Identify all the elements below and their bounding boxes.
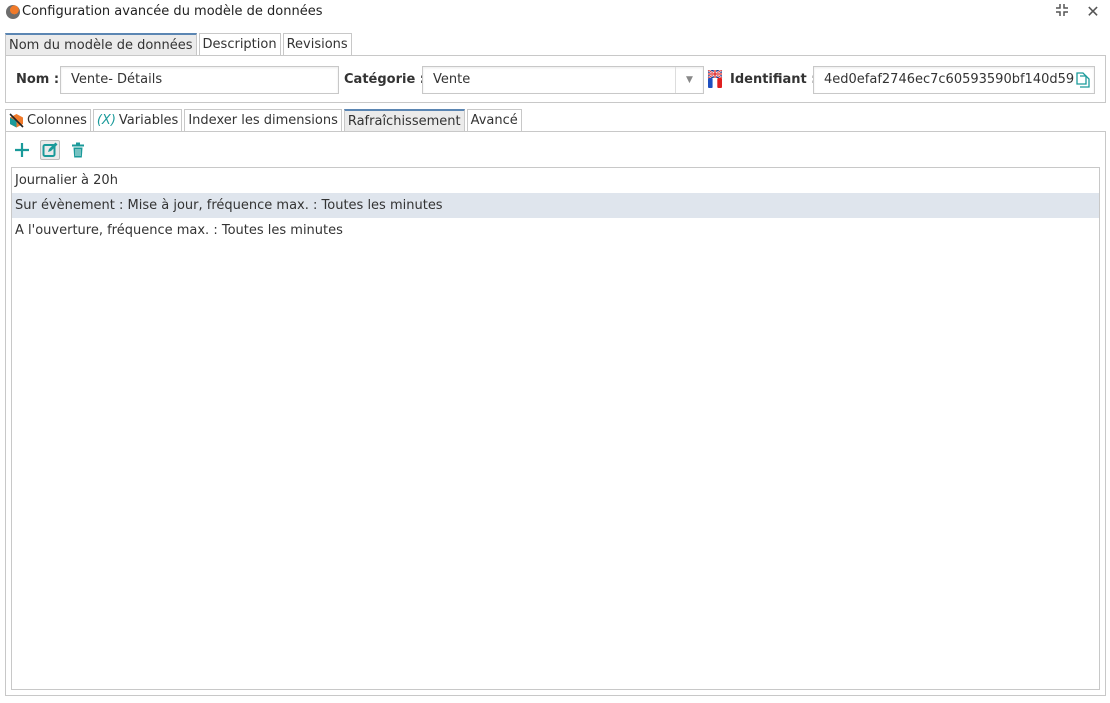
identifier-label: Identifiant : bbox=[730, 72, 817, 87]
list-item[interactable]: Journalier à 20h bbox=[12, 168, 1099, 193]
add-button[interactable] bbox=[12, 140, 32, 160]
collapse-arrows-icon bbox=[1056, 4, 1068, 16]
list-item[interactable]: A l'ouverture, fréquence max. : Toutes l… bbox=[12, 218, 1099, 243]
trash-icon bbox=[72, 142, 84, 158]
refresh-panel: Journalier à 20h Sur évènement : Mise à … bbox=[5, 131, 1106, 696]
identifier-field[interactable]: 4ed0efaf2746ec7c60593590bf140d59 bbox=[813, 66, 1095, 94]
close-button[interactable]: ✕ bbox=[1084, 3, 1102, 21]
tab-description[interactable]: Description bbox=[198, 33, 281, 55]
tab-columns[interactable]: Colonnes bbox=[5, 109, 91, 131]
refresh-list: Journalier à 20h Sur évènement : Mise à … bbox=[11, 167, 1100, 690]
identifier-value: 4ed0efaf2746ec7c60593590bf140d59 bbox=[824, 72, 1075, 87]
edit-button[interactable] bbox=[40, 140, 60, 160]
list-item[interactable]: Sur évènement : Mise à jour, fréquence m… bbox=[12, 193, 1099, 218]
delete-button[interactable] bbox=[68, 140, 88, 160]
tab-columns-label: Colonnes bbox=[27, 113, 87, 128]
category-select[interactable]: Vente ▼ bbox=[422, 66, 704, 94]
tab-variables-label: Variables bbox=[118, 113, 179, 128]
tab-refresh[interactable]: Rafraîchissement bbox=[343, 109, 465, 131]
tab-index-dimensions[interactable]: Indexer les dimensions bbox=[184, 109, 342, 131]
top-tabbar: Nom du modèle de données Description Rev… bbox=[5, 33, 354, 55]
section-tabbar: Colonnes (X) Variables Indexer les dimen… bbox=[5, 109, 524, 131]
list-toolbar bbox=[12, 140, 88, 160]
window-titlebar: Configuration avancée du modèle de donné… bbox=[0, 0, 1110, 26]
app-logo-icon bbox=[6, 5, 20, 19]
tab-variables[interactable]: (X) Variables bbox=[92, 109, 183, 131]
chevron-down-icon[interactable]: ▼ bbox=[675, 67, 703, 93]
name-label: Nom : bbox=[16, 72, 60, 87]
language-flag-icon[interactable] bbox=[707, 70, 723, 88]
model-info-panel: Nom : Vente- Détails Catégorie : Vente ▼… bbox=[5, 55, 1106, 103]
variable-x-icon: (X) bbox=[96, 113, 116, 128]
window-title: Configuration avancée du modèle de donné… bbox=[22, 4, 323, 19]
name-input[interactable]: Vente- Détails bbox=[60, 66, 339, 94]
category-label: Catégorie : bbox=[344, 72, 425, 87]
tab-model-name[interactable]: Nom du modèle de données bbox=[5, 33, 197, 55]
plus-icon bbox=[15, 143, 29, 157]
collapse-icon[interactable] bbox=[1053, 3, 1071, 21]
tab-revisions[interactable]: Revisions bbox=[282, 33, 352, 55]
edit-icon bbox=[42, 142, 58, 157]
category-value: Vente bbox=[433, 72, 471, 87]
tab-advanced[interactable]: Avancé bbox=[466, 109, 522, 131]
columns-cube-icon bbox=[9, 113, 24, 128]
copy-icon[interactable] bbox=[1076, 72, 1090, 88]
